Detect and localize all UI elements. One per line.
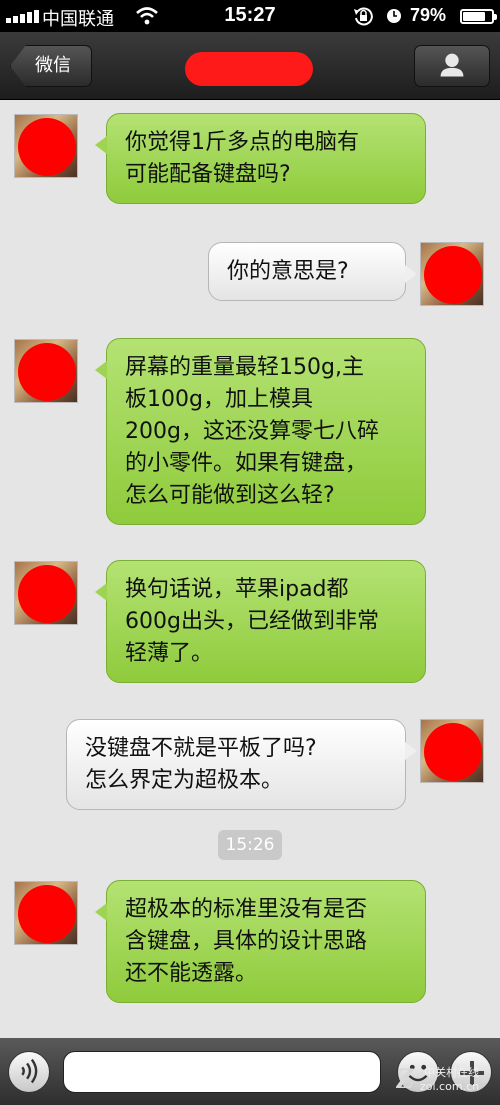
battery-percentage: 79%: [410, 5, 447, 25]
message-bubble-incoming[interactable]: 你觉得1斤多点的电脑有 可能配备键盘吗?: [95, 113, 426, 204]
chat-title-redacted: [185, 52, 313, 86]
contact-avatar[interactable]: [14, 881, 78, 945]
battery-icon: [460, 9, 497, 24]
back-button[interactable]: 微信: [10, 45, 92, 87]
my-avatar[interactable]: [420, 242, 484, 306]
voice-icon: [21, 1058, 38, 1084]
my-avatar[interactable]: [420, 719, 484, 783]
contact-avatar[interactable]: [14, 561, 78, 625]
message-bubble-outgoing[interactable]: 你的意思是?: [208, 242, 417, 301]
watermark-line-2: zol.com.cn: [420, 1080, 480, 1093]
battery-level: [463, 12, 486, 21]
message-bubble-incoming[interactable]: 换句话说，苹果ipad都 600g出头，已经做到非常 轻薄了。: [95, 560, 426, 683]
watermark-line-1: 中关村在线: [424, 1066, 480, 1079]
message-bubble-outgoing[interactable]: 没键盘不就是平板了吗? 怎么界定为超极本。: [66, 719, 417, 810]
message-input[interactable]: [63, 1051, 381, 1093]
message-bubble-incoming[interactable]: 超极本的标准里没有是否 含键盘，具体的设计思路 还不能透露。: [95, 880, 426, 1003]
message-timestamp: 15:26: [218, 830, 282, 860]
contact-avatar[interactable]: [14, 339, 78, 403]
alarm-icon: [387, 9, 401, 23]
chat-history[interactable]: 你觉得1斤多点的电脑有 可能配备键盘吗? 你的意思是? 屏幕的重量最轻150g,主…: [0, 101, 500, 1038]
rotation-lock-icon: [354, 7, 373, 26]
voice-input-button[interactable]: [8, 1051, 50, 1093]
watermark-logo: Z: [396, 1062, 415, 1095]
contact-avatar[interactable]: [14, 114, 78, 178]
zol-watermark: Z 中关村在线 zol.com.cn: [396, 1060, 496, 1102]
person-icon: [440, 53, 464, 77]
navigation-bar: 微信: [0, 32, 500, 100]
chat-info-button[interactable]: [414, 45, 490, 87]
status-bar: 中国联通 15:27 79%: [0, 0, 500, 32]
watermark-text: 中关村在线 zol.com.cn: [420, 1066, 479, 1094]
message-bubble-incoming[interactable]: 屏幕的重量最轻150g,主 板100g，加上模具 200g，这还没算零七八碎 的小零件…: [95, 338, 426, 525]
